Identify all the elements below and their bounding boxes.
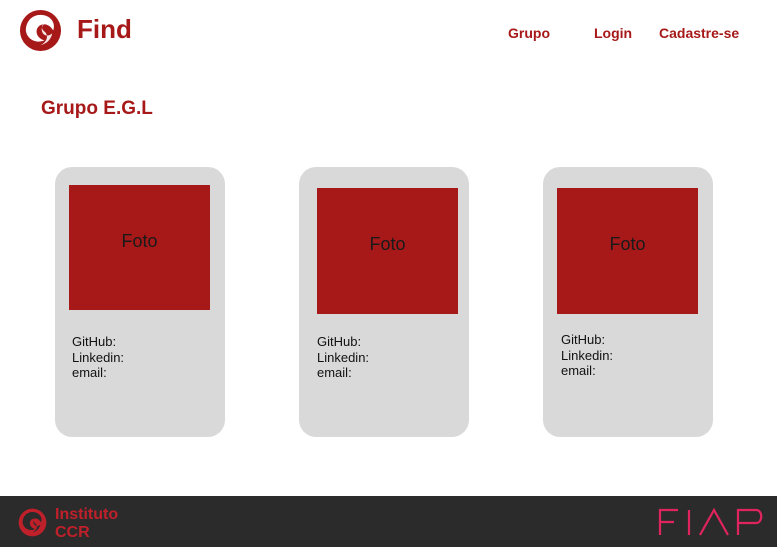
footer-org-line1: Instituto [55, 506, 119, 523]
nav-link-cadastre-se[interactable]: Cadastre-se [659, 25, 739, 41]
member-photo: Foto [69, 185, 210, 310]
member-card: Foto GitHub: Linkedin: email: [299, 167, 469, 437]
member-photo: Foto [317, 188, 458, 314]
site-footer: Instituto CCR [0, 496, 777, 547]
email-label: email: [561, 363, 596, 378]
github-label: GitHub: [317, 334, 362, 349]
fiap-logo [658, 508, 763, 536]
email-label: email: [317, 365, 352, 380]
photo-label: Foto [121, 231, 158, 251]
photo-label: Foto [369, 234, 406, 254]
linkedin-label: Linkedin: [317, 349, 370, 365]
swirl-logo-icon [18, 508, 47, 537]
email-label: email: [72, 365, 107, 380]
footer-org-line2: CCR [55, 524, 90, 541]
member-card: Foto GitHub: Linkedin: email: [55, 167, 225, 437]
member-info: GitHub: Linkedin: email: [317, 334, 369, 381]
linkedin-label: Linkedin: [561, 347, 614, 363]
nav-link-login[interactable]: Login [594, 25, 632, 41]
nav-link-grupo[interactable]: Grupo [508, 25, 550, 41]
photo-label: Foto [609, 234, 646, 254]
linkedin-label: Linkedin: [72, 349, 125, 365]
github-label: GitHub: [561, 332, 606, 347]
member-card: Foto GitHub: Linkedin: email: [543, 167, 713, 437]
page-title: Grupo E.G.L [41, 98, 153, 119]
github-label: GitHub: [72, 334, 117, 349]
footer-org-name: Instituto CCR [55, 506, 118, 542]
member-info: GitHub: Linkedin: email: [72, 334, 124, 381]
site-header: Find Grupo Login Cadastre-se [0, 0, 777, 70]
member-info: GitHub: Linkedin: email: [561, 332, 613, 379]
swirl-logo-icon[interactable] [19, 9, 62, 52]
brand-name[interactable]: Find [77, 14, 132, 45]
member-photo: Foto [557, 188, 698, 314]
